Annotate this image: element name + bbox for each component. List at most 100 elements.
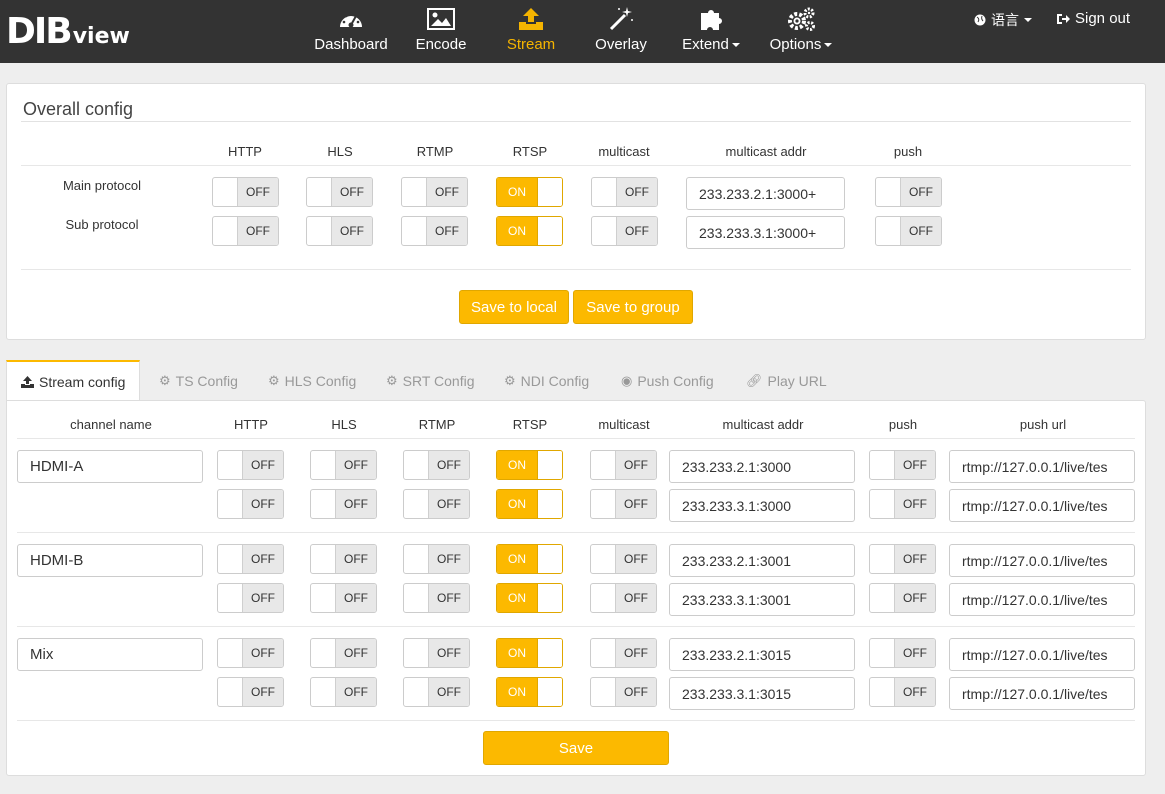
toggle-push[interactable]: OFF [869, 583, 936, 613]
tab-push-config[interactable]: ◉ Push Config [621, 360, 714, 401]
toggle-sub-hls[interactable]: OFF [306, 216, 373, 246]
nav-label: Options [770, 36, 833, 53]
channel-name-input[interactable]: Mix [17, 638, 203, 671]
gear-icon: ⚙ [386, 372, 398, 388]
toggle-http[interactable]: OFF [217, 638, 284, 668]
toggle-main-http[interactable]: OFF [212, 177, 279, 207]
row-label-main-protocol: Main protocol [62, 178, 142, 193]
toggle-multicast[interactable]: OFF [590, 583, 657, 613]
tab-hls-config[interactable]: ⚙ HLS Config [268, 360, 356, 401]
toggle-rtmp[interactable]: OFF [403, 583, 470, 613]
multicast-addr-input[interactable]: 233.233.3.1:3000 [669, 489, 855, 522]
toggle-rtmp[interactable]: OFF [403, 489, 470, 519]
save-to-local-button[interactable]: Save to local [459, 290, 569, 324]
column-header: multicast addr [722, 417, 804, 432]
push-url-input[interactable]: rtmp://127.0.0.1/live/tes [949, 677, 1135, 710]
toggle-multicast[interactable]: OFF [590, 638, 657, 668]
toggle-hls[interactable]: OFF [310, 450, 377, 480]
multicast-addr-input[interactable]: 233.233.2.1:3001 [669, 544, 855, 577]
divider [21, 269, 1131, 270]
tab-ts-config[interactable]: ⚙ TS Config [159, 360, 238, 401]
nav-dashboard[interactable]: Dashboard [313, 0, 389, 63]
toggle-sub-rtsp[interactable]: ON [496, 216, 563, 246]
upload-icon [21, 376, 34, 388]
tab-stream-config[interactable]: Stream config [6, 360, 141, 402]
nav-encode[interactable]: Encode [412, 0, 470, 63]
toggle-push[interactable]: OFF [869, 638, 936, 668]
multicast-addr-input[interactable]: 233.233.3.1:3001 [669, 583, 855, 616]
toggle-rtsp[interactable]: ON [496, 677, 563, 707]
toggle-main-push[interactable]: OFF [875, 177, 942, 207]
toggle-rtmp[interactable]: OFF [403, 677, 470, 707]
toggle-push[interactable]: OFF [869, 450, 936, 480]
toggle-sub-multicast[interactable]: OFF [591, 216, 658, 246]
channel-name-input[interactable]: HDMI-A [17, 450, 203, 483]
toggle-push[interactable]: OFF [869, 677, 936, 707]
panel-title: Overall config [23, 99, 134, 119]
toggle-rtmp[interactable]: OFF [403, 450, 470, 480]
column-header: push url [1019, 417, 1067, 432]
toggle-main-rtmp[interactable]: OFF [401, 177, 468, 207]
toggle-main-rtsp[interactable]: ON [496, 177, 563, 207]
puzzle-icon [696, 5, 726, 33]
toggle-main-multicast[interactable]: OFF [591, 177, 658, 207]
toggle-sub-rtmp[interactable]: OFF [401, 216, 468, 246]
nav-label: Stream [506, 36, 556, 53]
nav-overlay[interactable]: Overlay [592, 0, 650, 63]
toggle-push[interactable]: OFF [869, 544, 936, 574]
toggle-http[interactable]: OFF [217, 489, 284, 519]
toggle-hls[interactable]: OFF [310, 677, 377, 707]
language-dropdown[interactable]: 语言 [974, 10, 1032, 30]
push-url-input[interactable]: rtmp://127.0.0.1/live/tes [949, 583, 1135, 616]
column-header: RTMP [418, 417, 456, 432]
toggle-http[interactable]: OFF [217, 544, 284, 574]
toggle-rtsp[interactable]: ON [496, 583, 563, 613]
tab-play-url[interactable]: 🔗︎ Play URL [746, 360, 827, 401]
nav-extend[interactable]: Extend [680, 0, 742, 63]
toggle-hls[interactable]: OFF [310, 638, 377, 668]
save-button[interactable]: Save [483, 731, 669, 765]
multicast-addr-input[interactable]: 233.233.2.1:3000 [669, 450, 855, 483]
toggle-rtsp[interactable]: ON [496, 489, 563, 519]
toggle-hls[interactable]: OFF [310, 489, 377, 519]
toggle-sub-push[interactable]: OFF [875, 216, 942, 246]
toggle-multicast[interactable]: OFF [590, 544, 657, 574]
toggle-main-hls[interactable]: OFF [306, 177, 373, 207]
channel-name-input[interactable]: HDMI-B [17, 544, 203, 577]
logo[interactable]: DIB view [6, 10, 130, 50]
nav-label: Encode [415, 36, 467, 53]
tab-srt-config[interactable]: ⚙ SRT Config [386, 360, 475, 401]
sign-out-icon [1057, 13, 1070, 24]
toggle-http[interactable]: OFF [217, 583, 284, 613]
location-pin-icon: ◉ [621, 372, 633, 388]
toggle-sub-http[interactable]: OFF [212, 216, 279, 246]
multicast-addr-input[interactable]: 233.233.2.1:3015 [669, 638, 855, 671]
nav-options[interactable]: Options [767, 0, 835, 63]
nav-stream[interactable]: Stream [503, 0, 559, 63]
toggle-multicast[interactable]: OFF [590, 450, 657, 480]
toggle-multicast[interactable]: OFF [590, 677, 657, 707]
toggle-rtmp[interactable]: OFF [403, 638, 470, 668]
toggle-rtsp[interactable]: ON [496, 450, 563, 480]
toggle-multicast[interactable]: OFF [590, 489, 657, 519]
main-multicast-addr-input[interactable]: 233.233.2.1:3000+ [686, 177, 845, 210]
toggle-http[interactable]: OFF [217, 450, 284, 480]
push-url-input[interactable]: rtmp://127.0.0.1/live/tes [949, 489, 1135, 522]
save-to-group-button[interactable]: Save to group [573, 290, 693, 324]
push-url-input[interactable]: rtmp://127.0.0.1/live/tes [949, 638, 1135, 671]
toggle-hls[interactable]: OFF [310, 583, 377, 613]
push-url-input[interactable]: rtmp://127.0.0.1/live/tes [949, 544, 1135, 577]
toggle-push[interactable]: OFF [869, 489, 936, 519]
toggle-hls[interactable]: OFF [310, 544, 377, 574]
toggle-rtsp[interactable]: ON [496, 638, 563, 668]
sub-multicast-addr-input[interactable]: 233.233.3.1:3000+ [686, 216, 845, 249]
multicast-addr-input[interactable]: 233.233.3.1:3015 [669, 677, 855, 710]
toggle-rtsp[interactable]: ON [496, 544, 563, 574]
sign-out-button[interactable]: Sign out [1056, 10, 1130, 27]
column-header: HLS [327, 144, 353, 159]
column-header: RTSP [512, 144, 548, 159]
toggle-http[interactable]: OFF [217, 677, 284, 707]
toggle-rtmp[interactable]: OFF [403, 544, 470, 574]
push-url-input[interactable]: rtmp://127.0.0.1/live/tes [949, 450, 1135, 483]
tab-ndi-config[interactable]: ⚙ NDI Config [504, 360, 589, 401]
